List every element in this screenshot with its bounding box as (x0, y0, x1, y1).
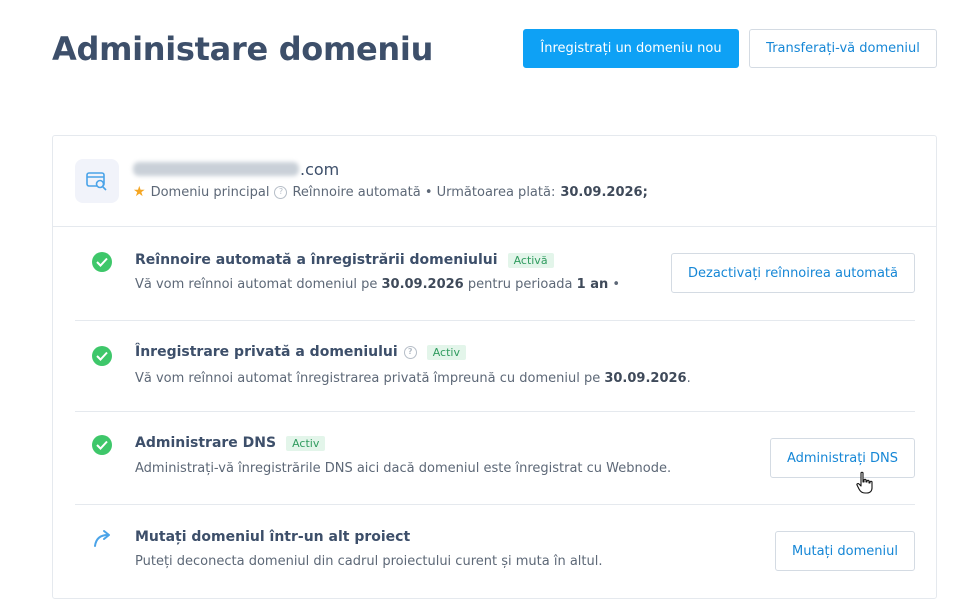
check-circle-icon (92, 435, 112, 455)
disable-auto-renewal-button[interactable]: Dezactivați reînnoirea automată (671, 253, 915, 293)
desc-period: 1 an (576, 277, 609, 292)
dns-row: Administrare DNS Activ Administrați-vă î… (75, 412, 915, 505)
transfer-domain-button[interactable]: Transferați-vă domeniul (749, 29, 937, 68)
row-description: Vă vom reînnoi automat domeniul pe 30.09… (135, 277, 620, 292)
auto-renewal-title: Reînnoire automată a înregistrării domen… (135, 252, 498, 268)
domain-name: .com (133, 158, 339, 180)
hand-cursor-icon (856, 471, 873, 494)
page-title: Administare domeniu (52, 30, 434, 68)
row-description: Administrați-vă înregistrările DNS aici … (135, 461, 672, 476)
move-domain-button[interactable]: Mutați domeniul (775, 531, 915, 571)
row-title: Mutați domeniul într-un alt proiect (135, 529, 410, 545)
private-registration-title: Înregistrare privată a domeniului (135, 344, 398, 360)
curved-arrow-icon (94, 530, 110, 547)
manage-dns-button[interactable]: Administrați DNS (770, 438, 915, 478)
blurred-domain-prefix (133, 162, 299, 176)
desc-text: Vă vom reînnoi automat înregistrarea pri… (135, 371, 605, 386)
star-icon: ★ (133, 184, 146, 200)
row-description: Vă vom reînnoi automat înregistrarea pri… (135, 371, 691, 386)
row-description: Puteți deconecta domeniul din cadrul pro… (135, 554, 603, 569)
desc-text: . (686, 371, 691, 386)
dns-title: Administrare DNS (135, 435, 277, 451)
desc-text: • (608, 277, 621, 292)
desc-text: Vă vom reînnoi automat domeniul pe (135, 277, 382, 292)
check-circle-icon (92, 346, 112, 366)
status-badge: Activ (286, 435, 326, 451)
auto-renewal-row: Reînnoire automată a înregistrării domen… (75, 227, 915, 321)
help-icon[interactable]: ? (274, 185, 288, 199)
renewal-text: Reînnoire automată • Următoarea plată: (292, 184, 556, 200)
status-badge: Activ (426, 344, 466, 360)
check-circle-icon (92, 252, 112, 272)
row-title: Înregistrare privată a domeniului ? Acti… (135, 344, 466, 360)
status-badge: Activă (507, 252, 554, 268)
row-title: Administrare DNS Activ (135, 435, 326, 451)
domain-meta: ★ Domeniu principal ? Reînnoire automată… (133, 184, 648, 200)
move-domain-title: Mutați domeniul într-un alt proiect (135, 529, 411, 545)
desc-text: pentru perioada (463, 277, 577, 292)
domain-card: .com ★ Domeniu principal ? Reînnoire aut… (52, 135, 937, 599)
register-domain-button[interactable]: Înregistrați un domeniu nou (523, 29, 739, 68)
help-icon[interactable]: ? (403, 345, 417, 359)
next-payment-date: 30.09.2026; (560, 184, 648, 200)
domain-search-icon (75, 159, 119, 203)
move-domain-row: Mutați domeniul într-un alt proiect Pute… (75, 505, 915, 599)
desc-date: 30.09.2026 (381, 277, 464, 292)
row-title: Reînnoire automată a înregistrării domen… (135, 252, 554, 268)
primary-domain-label: Domeniu principal (150, 184, 270, 200)
private-registration-row: Înregistrare privată a domeniului ? Acti… (75, 321, 915, 411)
desc-date: 30.09.2026 (604, 371, 687, 386)
domain-suffix: .com (300, 159, 340, 179)
